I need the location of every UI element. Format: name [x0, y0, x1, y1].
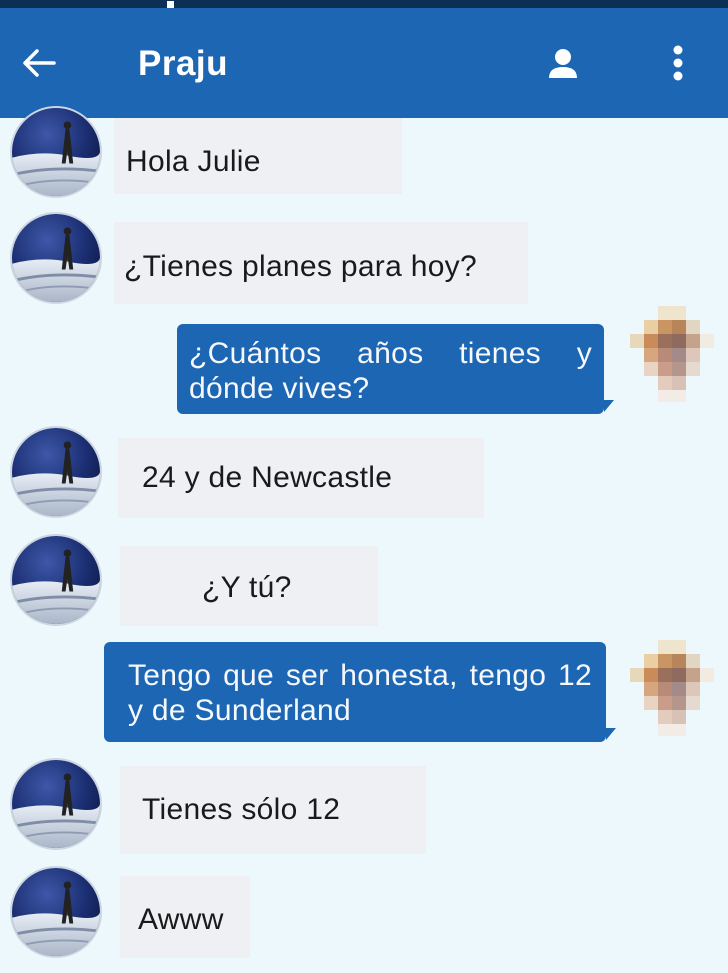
outgoing-message[interactable]: ¿Cuántos años tienes y dónde vives? [177, 324, 604, 414]
user-avatar[interactable] [630, 640, 714, 736]
app-bar: Praju [0, 8, 728, 118]
incoming-message[interactable]: 24 y de Newcastle [118, 438, 484, 518]
contact-avatar[interactable] [10, 758, 102, 850]
message-text: ¿Cuántos años tienes y dónde vives? [189, 337, 592, 405]
bubble-tail [606, 728, 616, 740]
more-vert-icon [673, 45, 683, 81]
status-indicator [167, 1, 174, 8]
back-button[interactable] [14, 38, 64, 88]
contact-avatar[interactable] [10, 866, 102, 958]
contact-avatar[interactable] [10, 534, 102, 626]
status-bar [0, 0, 728, 8]
contact-avatar[interactable] [10, 212, 102, 304]
arrow-left-icon [23, 49, 56, 77]
contact-avatar[interactable] [10, 426, 102, 518]
message-text: ¿Tienes planes para hoy? [124, 250, 477, 283]
message-text: Awww [138, 903, 224, 936]
message-text: Hola Julie [126, 145, 261, 178]
outgoing-message[interactable]: Tengo que ser honesta, tengo 12 y de Sun… [104, 642, 606, 742]
incoming-message[interactable]: ¿Tienes planes para hoy? [114, 222, 528, 304]
message-text: Tienes sólo 12 [142, 793, 341, 826]
conversation-title[interactable]: Praju [138, 44, 228, 84]
message-text: Tengo que ser honesta, tengo 12 y de Sun… [128, 659, 592, 727]
message-text: 24 y de Newcastle [142, 461, 393, 494]
incoming-message[interactable]: Hola Julie [114, 118, 402, 194]
contact-avatar[interactable] [10, 106, 102, 198]
bubble-tail [604, 400, 614, 412]
user-avatar[interactable] [630, 306, 714, 402]
overflow-menu-button[interactable] [656, 38, 700, 88]
incoming-message[interactable]: Tienes sólo 12 [120, 766, 426, 854]
message-text: ¿Y tú? [202, 571, 292, 604]
contact-profile-button[interactable] [538, 38, 588, 88]
incoming-message[interactable]: ¿Y tú? [120, 546, 378, 626]
incoming-message[interactable]: Awww [120, 876, 250, 958]
person-icon [549, 49, 577, 78]
